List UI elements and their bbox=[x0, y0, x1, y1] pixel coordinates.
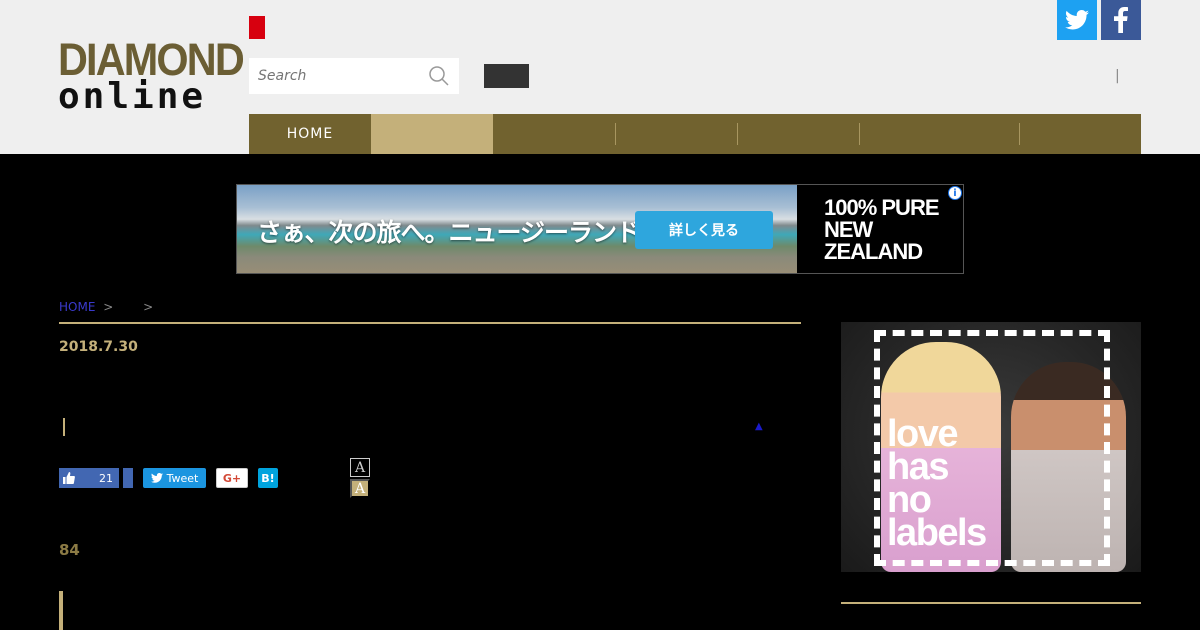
tweet-label: Tweet bbox=[166, 471, 199, 485]
google-plus-button[interactable]: G+ bbox=[216, 468, 248, 488]
logo-line-2: online bbox=[58, 76, 207, 117]
site-header: DIAMOND online | HOME bbox=[0, 0, 1200, 154]
ad-brand-line-1: 100% PURE bbox=[824, 195, 940, 220]
ad-slogan: love has no labels bbox=[887, 415, 987, 554]
article-count: 84 bbox=[59, 541, 80, 559]
nav-item-4[interactable] bbox=[616, 114, 737, 154]
logo-line-1: DIAMOND bbox=[58, 34, 245, 85]
like-count: 21 bbox=[99, 471, 113, 485]
ad-info-icon[interactable]: i bbox=[948, 186, 962, 200]
twitter-bird-icon bbox=[150, 473, 163, 483]
breadcrumb-home-link[interactable]: HOME bbox=[59, 300, 95, 314]
nav-item-5[interactable] bbox=[738, 114, 859, 154]
search-box bbox=[249, 58, 459, 94]
breadcrumb-separator: > bbox=[143, 300, 154, 314]
tweet-button[interactable]: Tweet bbox=[143, 468, 206, 488]
sidebar-ad[interactable]: love has no labels bbox=[841, 322, 1141, 572]
search-submit-button[interactable] bbox=[484, 64, 529, 88]
search-input[interactable] bbox=[249, 58, 419, 94]
twitter-icon bbox=[1065, 10, 1089, 30]
ad-cta-button[interactable]: 詳しく見る bbox=[635, 211, 773, 249]
ad-headline: さぁ、次の旅へ。ニュージーランド bbox=[257, 218, 641, 247]
section-accent-bar bbox=[59, 591, 63, 630]
facebook-like-button[interactable]: 21 bbox=[59, 468, 119, 488]
hatena-bookmark-button[interactable]: B! bbox=[258, 468, 278, 488]
nav-item-home[interactable]: HOME bbox=[249, 114, 371, 154]
main-nav: HOME bbox=[249, 114, 1141, 154]
title-accent-bar bbox=[63, 418, 65, 436]
ad-slogan-line-4: labels bbox=[887, 512, 987, 554]
header-divider: | bbox=[1115, 68, 1120, 84]
breadcrumb-separator: > bbox=[103, 300, 114, 314]
facebook-button[interactable] bbox=[1101, 0, 1141, 40]
facebook-share-button[interactable] bbox=[123, 468, 133, 488]
red-marker bbox=[249, 16, 265, 39]
nav-item-3[interactable] bbox=[493, 114, 615, 154]
ad-brand-line-2: NEW ZEALAND bbox=[824, 217, 923, 264]
font-size-large-button[interactable]: A bbox=[350, 479, 370, 498]
article-date: 2018.7.30 bbox=[59, 339, 138, 355]
nav-item-6[interactable] bbox=[860, 114, 1019, 154]
banner-ad[interactable]: さぁ、次の旅へ。ニュージーランド 詳しく見る 100% PURE NEW ZEA… bbox=[236, 184, 964, 274]
facebook-icon bbox=[1114, 7, 1128, 33]
site-logo[interactable]: DIAMOND online bbox=[58, 34, 245, 117]
thumbs-up-icon bbox=[63, 472, 75, 484]
sidebar-rule bbox=[841, 602, 1141, 604]
font-size-small-button[interactable]: A bbox=[350, 458, 370, 477]
twitter-button[interactable] bbox=[1057, 0, 1097, 40]
nav-item-2[interactable] bbox=[371, 114, 493, 154]
article-top-rule bbox=[59, 322, 801, 324]
triangle-up-icon[interactable]: ▲ bbox=[755, 421, 763, 432]
breadcrumb: HOME > > bbox=[59, 300, 153, 314]
search-icon[interactable] bbox=[428, 65, 450, 87]
nav-item-7[interactable] bbox=[1020, 114, 1141, 154]
ad-brand-logo: 100% PURE NEW ZEALAND bbox=[797, 185, 963, 273]
